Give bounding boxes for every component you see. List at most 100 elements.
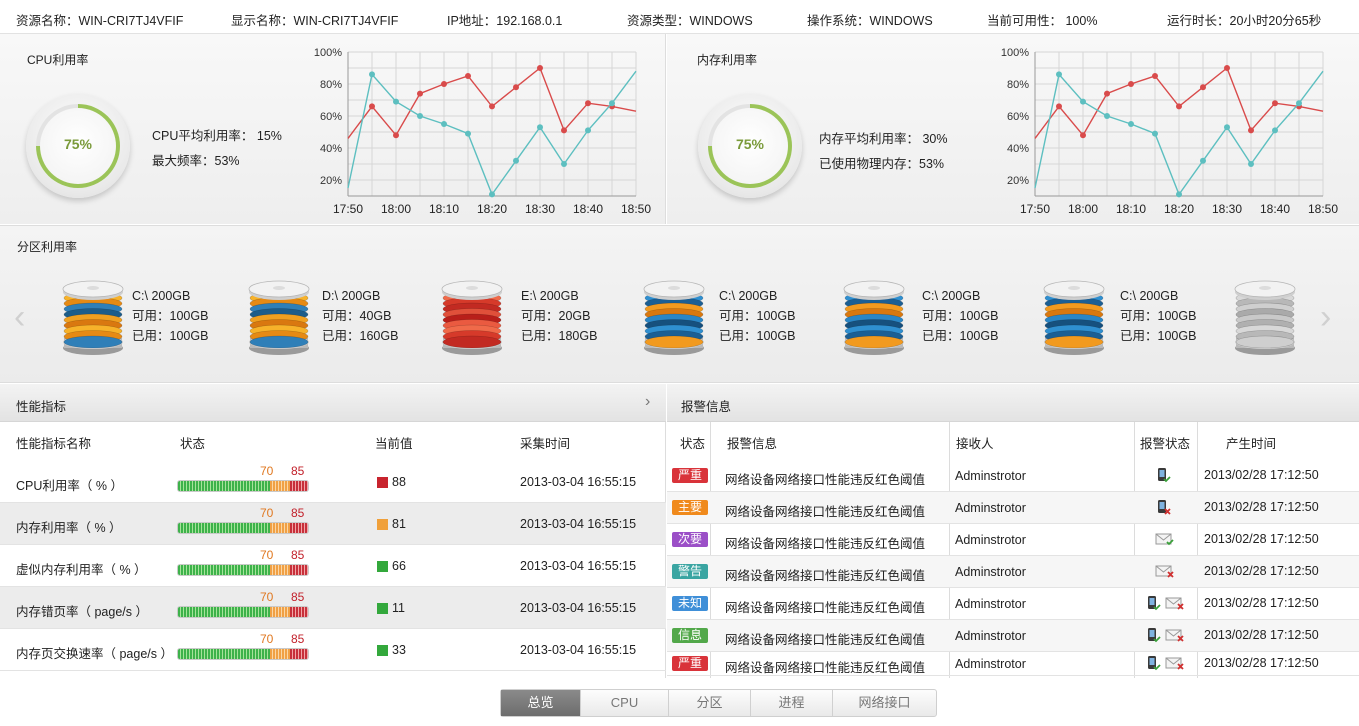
y-tick-label: 20%	[1007, 175, 1029, 187]
alarm-row[interactable]: 严重 网络设备网络接口性能违反红色阈值 Adminstrotor 2013/02/28…	[667, 648, 1359, 676]
ip-address: IP地址：192.168.0.1	[447, 14, 563, 28]
data-point	[1176, 103, 1182, 110]
x-tick-label: 18:30	[1212, 202, 1242, 216]
partition-used: 已用：100GB	[922, 329, 999, 343]
threshold-high: 85	[291, 464, 305, 478]
alarm-row[interactable]: 次要 网络设备网络接口性能违反红色阈值 Adminstrotor 2013/02/28…	[667, 524, 1359, 556]
partition-free: 可用：100GB	[922, 309, 999, 323]
data-point	[369, 71, 375, 78]
alarm-time: 2013/02/28 17:12:50	[1204, 532, 1319, 546]
memory-panel-title: 内存利用率	[697, 53, 758, 67]
mail-fail-icon	[1165, 655, 1185, 674]
disk-icon	[1234, 276, 1296, 356]
data-point	[1152, 73, 1158, 79]
alarm-info: 网络设备网络接口性能违反红色阈值	[725, 569, 926, 583]
severity-tag: 主要	[672, 500, 708, 515]
table-row[interactable]: CPU利用率（ % ） 70 85 88 2013-03-04 16:55:15	[0, 461, 666, 503]
phone-ok-icon	[1145, 595, 1161, 614]
alarm-info: 网络设备网络接口性能违反红色阈值	[725, 505, 926, 519]
data-point	[1224, 65, 1230, 71]
tab-1[interactable]: CPU	[581, 690, 669, 716]
partition-panel-title: 分区利用率	[17, 240, 78, 254]
severity-tag: 严重	[672, 468, 708, 483]
tab-3[interactable]: 进程	[751, 690, 833, 716]
perf-col-value: 当前值	[375, 437, 413, 451]
memory-usage-panel: 内存利用率 75% 内存平均利用率： 30% 已使用物理内存：53% 100% 8…	[667, 34, 1359, 224]
physical-memory-used: 已使用物理内存：53%	[819, 157, 945, 171]
status-square-icon	[377, 603, 388, 614]
partition-name: C:\ 200GB	[132, 289, 191, 303]
table-row[interactable]: 内存利用率（ % ） 70 85 81 2013-03-04 16:55:15	[0, 503, 666, 545]
data-point	[1056, 103, 1062, 110]
x-tick-label: 18:40	[573, 202, 603, 216]
data-point	[417, 113, 423, 119]
disk-icon	[441, 276, 503, 356]
disk-icon	[1043, 276, 1105, 356]
partition-usage-panel: 分区利用率 ‹ › C:\ 200GB 可用：100GB 已用：100GB D:\ 2…	[0, 225, 1359, 383]
partition-free: 可用：100GB	[132, 309, 209, 323]
table-row[interactable]: 内存页交换速率（ page/s ） 70 85 33 2013-03-04 16:55:…	[0, 629, 666, 671]
partition-name: E:\ 200GB	[521, 289, 579, 303]
data-point	[1128, 81, 1134, 87]
partition-used: 已用：180GB	[521, 329, 598, 343]
alarm-col-alarm-status: 报警状态	[1140, 437, 1191, 451]
alarm-row[interactable]: 警告 网络设备网络接口性能违反红色阈值 Adminstrotor 2013/02/28…	[667, 556, 1359, 588]
partition-label: D:\ 200GB 可用：40GB 已用：160GB	[322, 286, 398, 346]
bottom-tab-bar: 总览 CPU 分区 进程 网络接口	[500, 689, 937, 717]
threshold-low: 70	[260, 548, 274, 562]
data-point	[1272, 100, 1278, 107]
mail-fail-icon	[1155, 563, 1175, 582]
alarm-row[interactable]: 未知 网络设备网络接口性能违反红色阈值 Adminstrotor 2013/02/28…	[667, 588, 1359, 620]
partition-used: 已用：100GB	[1120, 329, 1197, 343]
tab-0[interactable]: 总览	[501, 690, 581, 716]
x-tick-label: 18:50	[621, 202, 651, 216]
data-point	[609, 100, 615, 107]
alarm-row[interactable]: 主要 网络设备网络接口性能违反红色阈值 Adminstrotor 2013/02/28…	[667, 492, 1359, 524]
data-point	[1200, 84, 1206, 91]
mail-fail-icon	[1165, 595, 1185, 614]
partition-used: 已用：160GB	[322, 329, 399, 343]
status-meter	[177, 564, 309, 576]
threshold-high: 85	[291, 632, 305, 646]
status-meter	[177, 522, 309, 534]
tab-2[interactable]: 分区	[669, 690, 751, 716]
table-row[interactable]: 虚似内存利用率（ % ） 70 85 66 2013-03-04 16:55:15	[0, 545, 666, 587]
collect-time: 2013-03-04 16:55:15	[520, 517, 637, 531]
chevron-right-icon[interactable]: ›	[1320, 300, 1331, 334]
chevron-left-icon[interactable]: ‹	[14, 300, 25, 334]
expand-arrow-icon[interactable]: ›	[645, 393, 650, 411]
status-meter	[177, 480, 309, 492]
data-point	[1128, 121, 1134, 127]
cpu-usage-panel: CPU利用率 75% CPU平均利用率： 15% 最大频率：53% 100% 80…	[0, 34, 666, 224]
status-meter	[177, 606, 309, 618]
collect-time: 2013-03-04 16:55:15	[520, 475, 637, 489]
collect-time: 2013-03-04 16:55:15	[520, 559, 637, 573]
alarm-row[interactable]: 严重 网络设备网络接口性能违反红色阈值 Adminstrotor 2013/02/28…	[667, 460, 1359, 492]
data-point	[1176, 191, 1182, 198]
threshold-low: 70	[260, 590, 274, 604]
alarm-info: 网络设备网络接口性能违反红色阈值	[725, 537, 926, 551]
alarm-header: 报警信息	[667, 384, 1359, 422]
data-point	[537, 65, 543, 71]
data-point	[561, 161, 567, 167]
data-point	[513, 84, 519, 91]
alarm-col-time: 产生时间	[1226, 437, 1277, 451]
alarm-time: 2013/02/28 17:12:50	[1204, 656, 1319, 670]
alarm-title: 报警信息	[681, 400, 732, 414]
data-point	[1056, 71, 1062, 78]
table-row[interactable]: 内存错页率（ page/s ） 70 85 11 2013-03-04 16:55:15	[0, 587, 666, 629]
x-tick-label: 18:50	[1308, 202, 1338, 216]
cpu-average: CPU平均利用率： 15%	[152, 129, 282, 143]
perf-col-time: 采集时间	[520, 437, 571, 451]
threshold-low: 70	[260, 464, 274, 478]
phone-ok-icon	[1155, 467, 1171, 486]
status-square-icon	[377, 645, 388, 656]
alarm-receiver: Adminstrotor	[955, 533, 1026, 547]
tab-4[interactable]: 网络接口	[833, 690, 936, 716]
partition-name: C:\ 200GB	[922, 289, 981, 303]
resource-name: 资源名称：WIN-CRI7TJ4VFIF	[16, 14, 184, 28]
x-tick-label: 17:50	[333, 202, 363, 216]
data-point	[489, 191, 495, 198]
memory-average: 内存平均利用率： 30%	[819, 132, 948, 146]
memory-gauge-value: 75%	[735, 136, 765, 152]
